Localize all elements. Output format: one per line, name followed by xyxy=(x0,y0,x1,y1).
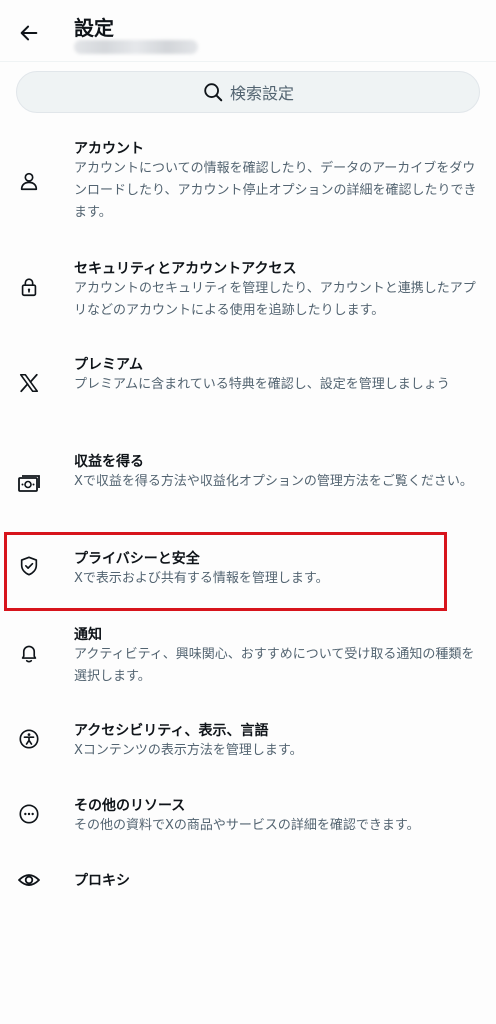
settings-item-title: 収益を得る xyxy=(74,454,144,470)
settings-item-title: セキュリティとアカウントアクセス xyxy=(74,261,297,277)
accessibility-icon xyxy=(16,726,42,752)
search-label: 検索設定 xyxy=(229,84,294,103)
arrow-left-icon xyxy=(20,25,38,41)
settings-item-account[interactable]: アカウント アカウントについての情報を確認したり、データのアーカイブをダウンロー… xyxy=(0,130,496,230)
settings-item-description: アクティビティ、興味関心、おすすめについて受け取る通知の種類を選択します。 xyxy=(74,647,475,684)
settings-item-title: アカウント xyxy=(74,141,144,157)
page-title: 設定 xyxy=(74,16,114,40)
settings-item-title: アクセシビリティ、表示、言語 xyxy=(74,723,269,739)
settings-item-title: プレミアム xyxy=(74,357,144,373)
settings-item-monetization[interactable]: 収益を得る Xで収益を得る方法や収益化オプションの管理方法をご覧ください。 xyxy=(0,443,496,523)
lock-icon xyxy=(16,274,42,300)
back-button[interactable] xyxy=(14,18,44,48)
settings-item-proxy[interactable]: プロキシ xyxy=(0,862,496,898)
settings-item-description: Xで収益を得る方法や収益化オプションの管理方法をご覧ください。 xyxy=(74,474,473,489)
account-handle-blurred xyxy=(74,40,198,54)
search-icon xyxy=(204,83,223,102)
settings-item-description: プレミアムに含まれている特典を確認し、設定を管理しましょう xyxy=(74,377,450,392)
highlight-rectangle xyxy=(4,532,447,611)
settings-item-premium[interactable]: プレミアム プレミアムに含まれている特典を確認し、設定を管理しましょう xyxy=(0,346,496,426)
search-settings-bar[interactable]: 検索設定 xyxy=(16,71,480,113)
settings-item-description: アカウントのセキュリティを管理したり、アカウントと連携したアプリなどのアカウント… xyxy=(74,281,476,318)
settings-item-description: その他の資料でXの商品やサービスの詳細を確認できます。 xyxy=(74,818,420,833)
settings-item-security[interactable]: セキュリティとアカウントアクセス アカウントのセキュリティを管理したり、アカウン… xyxy=(0,250,496,330)
settings-item-accessibility[interactable]: アクセシビリティ、表示、言語 Xコンテンツの表示方法を管理します。 xyxy=(0,712,496,772)
settings-item-description: Xコンテンツの表示方法を管理します。 xyxy=(74,743,303,758)
settings-item-title: その他のリソース xyxy=(74,798,186,814)
settings-item-notifications[interactable]: 通知 アクティビティ、興味関心、おすすめについて受け取る通知の種類を選択します。 xyxy=(0,616,496,696)
more-circle-icon xyxy=(16,801,42,827)
settings-item-title: 通知 xyxy=(74,627,102,643)
money-icon xyxy=(16,471,42,497)
eye-icon xyxy=(16,867,42,893)
person-icon xyxy=(16,168,42,194)
header: 設定 xyxy=(0,0,496,62)
x-logo-icon xyxy=(16,370,42,396)
bell-icon xyxy=(16,640,42,666)
settings-item-title: プロキシ xyxy=(74,873,130,889)
settings-item-description: アカウントについての情報を確認したり、データのアーカイブをダウンロードしたり、ア… xyxy=(74,161,477,220)
settings-item-additional-resources[interactable]: その他のリソース その他の資料でXの商品やサービスの詳細を確認できます。 xyxy=(0,787,496,847)
